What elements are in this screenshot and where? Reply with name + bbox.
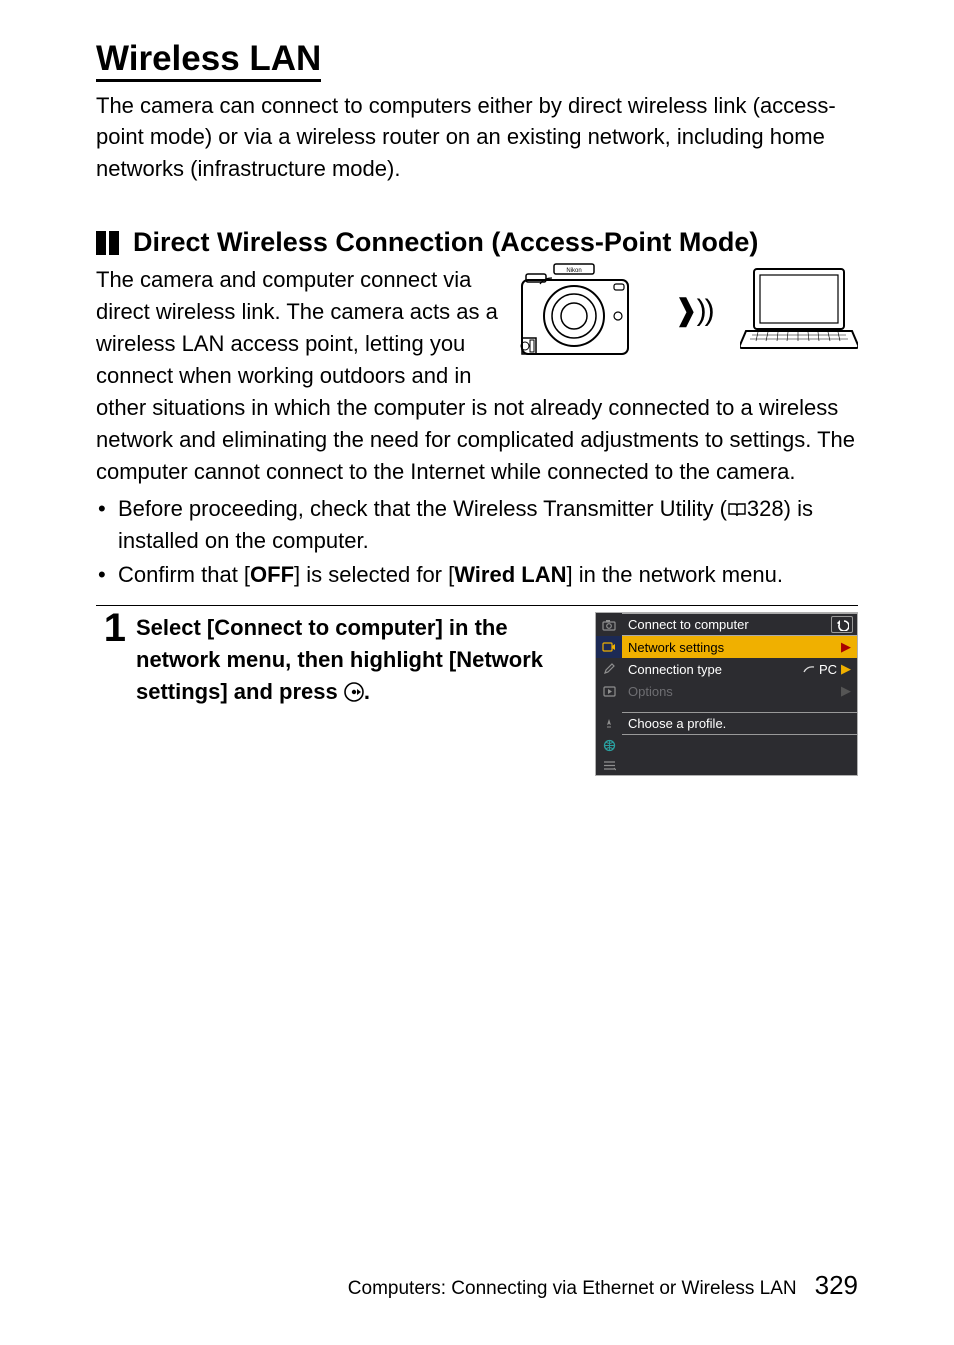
menu-empty-cell	[622, 755, 857, 775]
menu-row2-cell: Connection type PC ▶	[622, 658, 857, 680]
menu-tab-play-icon	[596, 680, 622, 702]
menu-tab-camera-icon	[596, 613, 622, 636]
camera-menu-screenshot: Connect to computer Network settings ▶ C…	[595, 612, 858, 776]
bullet2-off: OFF	[250, 562, 294, 587]
bullet1-ref: 328	[747, 496, 784, 521]
chevron-right-icon: ▶	[841, 683, 851, 699]
subheading-row: Direct Wireless Connection (Access-Point…	[96, 227, 858, 258]
page-number: 329	[815, 1270, 858, 1301]
laptop-icon	[740, 265, 858, 355]
bullet2-a: Confirm that [	[118, 562, 250, 587]
page-ref-icon	[727, 501, 747, 519]
page-footer: Computers: Connecting via Ethernet or Wi…	[348, 1270, 858, 1301]
menu-highlighted-cell: Network settings ▶	[622, 636, 857, 658]
wireless-signal-icon: ❱))	[673, 293, 712, 328]
camera-icon: Nikon	[510, 260, 640, 360]
pc-link-icon	[803, 664, 815, 674]
footer-text: Computers: Connecting via Ethernet or Wi…	[348, 1278, 797, 1300]
svg-text:Nikon: Nikon	[566, 268, 581, 274]
menu-row-options: Options ▶	[596, 680, 857, 702]
connection-diagram: Nikon ❱))	[510, 260, 858, 360]
step-number: 1	[96, 608, 126, 776]
menu-spacer-cell	[622, 702, 857, 712]
bullet2-wiredlan: Wired LAN	[454, 562, 566, 587]
step1-b: .	[364, 679, 370, 704]
menu-row3-cell: Options ▶	[622, 680, 857, 702]
menu-tab-network-icon	[596, 735, 622, 755]
menu-helper-cell: Choose a profile.	[622, 712, 857, 735]
chevron-right-icon: ▶	[841, 639, 851, 655]
menu-tab-video-icon	[596, 636, 622, 658]
page-heading: Wireless LAN	[96, 40, 321, 82]
menu-row1-text: Network settings	[628, 640, 724, 655]
chevron-right-icon: ▶	[841, 661, 851, 677]
section-blocks-icon	[96, 231, 119, 255]
subheading: Direct Wireless Connection (Access-Point…	[133, 227, 758, 258]
back-icon	[831, 616, 853, 633]
step-1: 1 Select [Connect to computer] in the ne…	[96, 612, 858, 776]
menu-title-cell: Connect to computer	[622, 613, 857, 636]
menu-tab-row-mymenu	[596, 755, 857, 775]
menu-row2-value: PC	[819, 662, 837, 677]
menu-tab-mymenu-icon	[596, 755, 622, 775]
bullet-item-1: Before proceeding, check that the Wirele…	[96, 493, 858, 557]
menu-tab-blank	[596, 702, 622, 712]
bullet1-pre: Before proceeding, check that the Wirele…	[118, 496, 727, 521]
intro-paragraph: The camera can connect to computers eith…	[96, 90, 858, 186]
menu-row-network-settings: Network settings ▶	[596, 636, 857, 658]
menu-title-text: Connect to computer	[628, 617, 749, 632]
menu-helper-text: Choose a profile.	[628, 716, 726, 731]
step1-a: Select [Connect to computer] in the netw…	[136, 615, 543, 704]
menu-row3-text: Options	[628, 684, 673, 699]
bullet-list: Before proceeding, check that the Wirele…	[96, 493, 858, 591]
bullet2-e: ] in the network menu.	[566, 562, 782, 587]
menu-spacer-row	[596, 702, 857, 712]
bullet2-c: ] is selected for [	[294, 562, 454, 587]
divider	[96, 605, 858, 606]
bullet-item-2: Confirm that [OFF] is selected for [Wire…	[96, 559, 858, 591]
multi-selector-right-icon	[344, 682, 364, 702]
menu-row-connection-type: Connection type PC ▶	[596, 658, 857, 680]
step-text: Select [Connect to computer] in the netw…	[136, 612, 585, 776]
menu-row2-text: Connection type	[628, 662, 722, 677]
menu-tab-pencil-icon	[596, 658, 622, 680]
menu-tab-row-network	[596, 735, 857, 755]
menu-helper-row: Choose a profile.	[596, 712, 857, 735]
menu-empty-cell	[622, 735, 857, 755]
menu-title-row: Connect to computer	[596, 613, 857, 636]
menu-tab-retouch-icon	[596, 712, 622, 735]
